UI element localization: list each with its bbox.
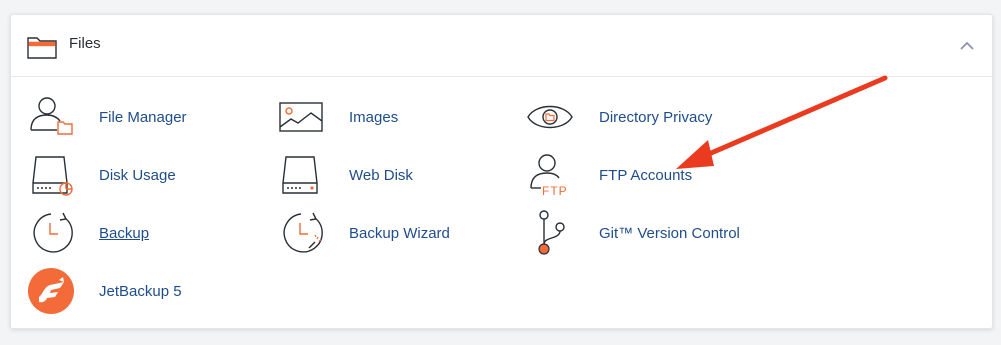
ftp-accounts-link[interactable]: FTP FTP Accounts bbox=[527, 150, 692, 200]
images-label[interactable]: Images bbox=[349, 109, 398, 126]
jetbackup-logo-icon bbox=[28, 268, 74, 314]
file-manager-label[interactable]: File Manager bbox=[99, 109, 187, 126]
eye-folder-icon bbox=[527, 105, 573, 129]
files-panel: Files File Manager Images Directory Priv… bbox=[10, 14, 993, 329]
disk-usage-label[interactable]: Disk Usage bbox=[99, 167, 176, 184]
jetbackup-link[interactable]: JetBackup 5 bbox=[27, 266, 182, 316]
backup-clock-icon bbox=[33, 212, 73, 253]
web-disk-label[interactable]: Web Disk bbox=[349, 167, 413, 184]
images-link[interactable]: Images bbox=[277, 92, 398, 142]
backup-wizard-label[interactable]: Backup Wizard bbox=[349, 225, 450, 242]
panel-header[interactable]: Files bbox=[11, 15, 992, 77]
jetbackup-label[interactable]: JetBackup 5 bbox=[99, 283, 182, 300]
ftp-accounts-label[interactable]: FTP Accounts bbox=[599, 167, 692, 184]
backup-wizard-icon bbox=[283, 212, 323, 253]
ftp-badge: FTP bbox=[542, 184, 568, 198]
git-branch-icon bbox=[538, 210, 565, 255]
panel-title: Files bbox=[69, 35, 101, 52]
git-version-control-link[interactable]: Git™ Version Control bbox=[527, 208, 740, 258]
disk-usage-icon bbox=[32, 156, 73, 196]
directory-privacy-label[interactable]: Directory Privacy bbox=[599, 109, 712, 126]
web-disk-link[interactable]: Web Disk bbox=[277, 150, 413, 200]
web-disk-icon bbox=[282, 156, 318, 194]
backup-wizard-link[interactable]: Backup Wizard bbox=[277, 208, 450, 258]
directory-privacy-link[interactable]: Directory Privacy bbox=[527, 92, 712, 142]
image-icon bbox=[279, 102, 323, 132]
file-manager-link[interactable]: File Manager bbox=[27, 92, 187, 142]
backup-label[interactable]: Backup bbox=[99, 225, 149, 242]
folder-icon bbox=[27, 37, 57, 59]
ftp-user-icon: FTP bbox=[530, 154, 568, 198]
git-version-control-label[interactable]: Git™ Version Control bbox=[599, 225, 740, 242]
backup-link[interactable]: Backup bbox=[27, 208, 149, 258]
disk-usage-link[interactable]: Disk Usage bbox=[27, 150, 176, 200]
chevron-up-icon[interactable] bbox=[958, 37, 976, 55]
file-manager-icon bbox=[30, 97, 73, 135]
